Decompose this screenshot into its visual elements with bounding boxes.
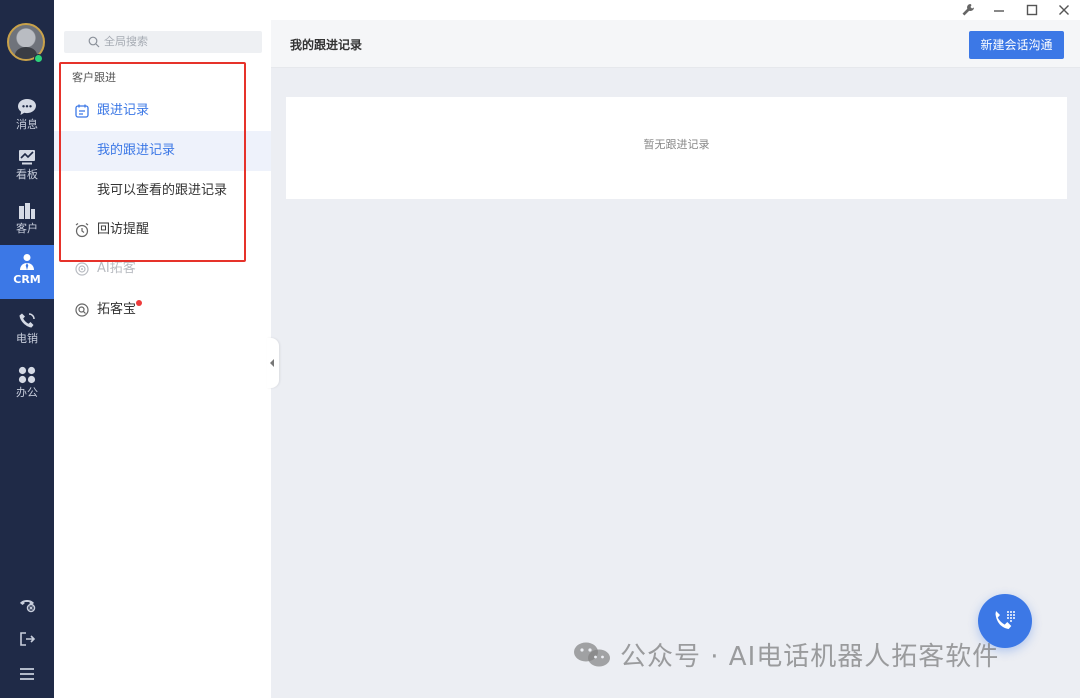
- customer-icon: [19, 203, 35, 219]
- rail-label: 电销: [16, 332, 38, 345]
- rail-item-messages[interactable]: 消息: [0, 90, 54, 140]
- watermark-text: 公众号 · AI电话机器人拓客软件: [620, 642, 1000, 672]
- page-header: 我的跟进记录 新建会话沟通: [271, 20, 1080, 68]
- window-titlebar: [271, 0, 1080, 20]
- rail-item-office[interactable]: 办公: [0, 358, 54, 408]
- crm-person-icon: [20, 254, 34, 270]
- apps-grid-icon: [18, 366, 36, 384]
- phone-icon: [19, 313, 35, 328]
- wechat-logo-icon: [574, 642, 610, 667]
- annotation-highlight-box: [59, 62, 246, 262]
- search-placeholder: 全局搜索: [104, 35, 148, 48]
- watermark: 公众号 · AI电话机器人拓客软件: [572, 636, 999, 673]
- notification-dot: [136, 300, 142, 306]
- ai-radar-icon: [75, 262, 89, 276]
- close-icon[interactable]: [1056, 2, 1072, 18]
- logout-button[interactable]: [0, 629, 54, 653]
- rail-item-customer[interactable]: 客户: [0, 194, 54, 244]
- search-target-icon: [75, 303, 89, 317]
- nav-rail: 消息 看板 客户 CRM 电销 办公: [0, 0, 54, 698]
- records-card: 暂无跟进记录: [286, 97, 1067, 199]
- maximize-icon[interactable]: [1024, 2, 1040, 18]
- rail-item-telesales[interactable]: 电销: [0, 304, 54, 354]
- wrench-icon[interactable]: [960, 2, 976, 18]
- rail-item-dashboard[interactable]: 看板: [0, 140, 54, 190]
- phone-dialpad-icon: [995, 611, 1015, 629]
- online-status-dot: [34, 54, 43, 63]
- menu-tuokebao[interactable]: 拓客宝: [54, 290, 271, 330]
- main-menu-button[interactable]: [0, 664, 54, 688]
- phone-settings-button[interactable]: [0, 594, 54, 618]
- logout-icon: [20, 632, 36, 646]
- rail-label: 消息: [16, 118, 38, 131]
- new-session-button[interactable]: 新建会话沟通: [969, 31, 1064, 59]
- rail-label: 看板: [16, 168, 38, 181]
- rail-label: 办公: [16, 386, 38, 399]
- rail-label: CRM: [13, 273, 41, 286]
- global-search-input[interactable]: 全局搜索: [64, 31, 262, 53]
- minimize-icon[interactable]: [991, 2, 1007, 18]
- sidebar-collapse-handle[interactable]: [267, 338, 279, 388]
- rail-item-crm[interactable]: CRM: [0, 245, 54, 299]
- menu-hamburger-icon: [20, 668, 34, 680]
- dashboard-icon: [19, 150, 35, 165]
- chat-bubble-icon: [18, 99, 36, 115]
- page-title: 我的跟进记录: [290, 38, 363, 52]
- empty-state-text: 暂无跟进记录: [643, 138, 710, 151]
- phone-settings-icon: [20, 600, 36, 613]
- search-icon: [88, 36, 100, 48]
- rail-label: 客户: [16, 222, 38, 235]
- menu-label: 拓客宝: [97, 302, 137, 317]
